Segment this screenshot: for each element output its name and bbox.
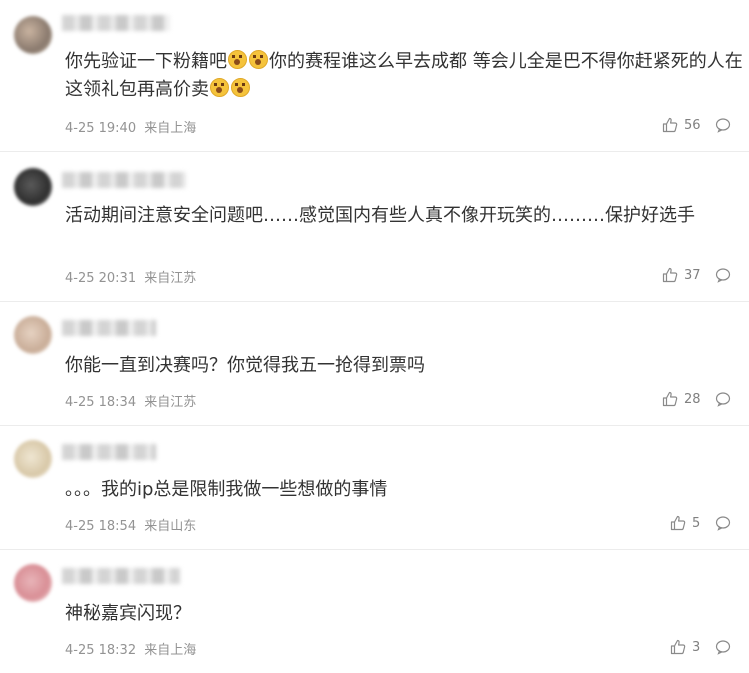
username[interactable] (62, 444, 156, 460)
comment-meta: 4-25 18:32 来自上海 (65, 639, 200, 658)
thumbs-up-icon (662, 267, 678, 283)
comment-text-part: 你先验证一下粉籍吧 (65, 51, 227, 72)
comment-item: 神秘嘉宾闪现？ 4-25 18:32 来自上海 3 (0, 550, 749, 673)
comment-text: 。。。我的ip总是限制我做一些想做的事情 (65, 479, 388, 500)
comment-text: 你能一直到决赛吗？你觉得我五一抢得到票吗 (65, 355, 425, 376)
reply-button[interactable] (715, 391, 731, 411)
comment-text: 神秘嘉宾闪现？ (65, 603, 191, 624)
username[interactable] (62, 568, 180, 584)
reply-button[interactable] (715, 117, 731, 137)
comment-location: 来自上海 (144, 643, 197, 658)
reply-button[interactable] (715, 267, 731, 287)
comment-location: 来自山东 (144, 519, 197, 534)
avatar[interactable] (14, 440, 52, 478)
like-button[interactable]: 28 (662, 391, 701, 407)
comment-bubble-icon (715, 640, 731, 655)
avatar[interactable] (14, 564, 52, 602)
thumbs-up-icon (670, 515, 686, 531)
username[interactable] (62, 15, 170, 31)
comment-time: 4-25 20:31 (65, 271, 137, 286)
like-count: 56 (684, 117, 701, 133)
comment-time: 4-25 19:40 (65, 121, 137, 136)
surprised-emoji-icon (210, 78, 229, 97)
thumbs-up-icon (662, 117, 678, 133)
avatar[interactable] (14, 16, 52, 54)
comment-bubble-icon (715, 118, 731, 133)
username[interactable] (62, 320, 156, 336)
reply-button[interactable] (715, 515, 731, 535)
comment-text: 你先验证一下粉籍吧 你的赛程谁这么早去成都 等会儿全是巴不得你赶紧死的人在这领礼包… (65, 48, 745, 104)
like-count: 28 (684, 391, 701, 407)
comment-text: 活动期间注意安全问题吧……感觉国内有些人真不像开玩笑的………保护好选手 (65, 205, 695, 226)
comment-item: 你能一直到决赛吗？你觉得我五一抢得到票吗 4-25 18:34 来自江苏 28 (0, 302, 749, 426)
like-button[interactable]: 5 (670, 515, 700, 531)
comment-meta: 4-25 20:31 来自江苏 (65, 267, 200, 286)
thumbs-up-icon (670, 639, 686, 655)
comment-item: 你先验证一下粉籍吧 你的赛程谁这么早去成都 等会儿全是巴不得你赶紧死的人在这领礼包… (0, 0, 749, 152)
comment-time: 4-25 18:32 (65, 643, 137, 658)
comment-time: 4-25 18:54 (65, 519, 137, 534)
comment-meta: 4-25 18:54 来自山东 (65, 515, 200, 534)
like-button[interactable]: 3 (670, 639, 700, 655)
comment-time: 4-25 18:34 (65, 395, 137, 410)
avatar[interactable] (14, 168, 52, 206)
comment-location: 来自上海 (144, 121, 197, 136)
surprised-emoji-icon (231, 78, 250, 97)
comment-item: 。。。我的ip总是限制我做一些想做的事情 4-25 18:54 来自山东 5 (0, 426, 749, 550)
thumbs-up-icon (662, 391, 678, 407)
comment-location: 来自江苏 (144, 271, 197, 286)
like-button[interactable]: 56 (662, 117, 701, 133)
comment-bubble-icon (715, 392, 731, 407)
username[interactable] (62, 172, 186, 188)
comment-bubble-icon (715, 516, 731, 531)
like-button[interactable]: 37 (662, 267, 701, 283)
surprised-emoji-icon (249, 50, 268, 69)
comment-meta: 4-25 19:40 来自上海 (65, 117, 200, 136)
comment-item: 活动期间注意安全问题吧……感觉国内有些人真不像开玩笑的………保护好选手 4-25… (0, 152, 749, 302)
avatar[interactable] (14, 316, 52, 354)
comment-meta: 4-25 18:34 来自江苏 (65, 391, 200, 410)
comment-location: 来自江苏 (144, 395, 197, 410)
like-count: 5 (692, 515, 701, 531)
comment-bubble-icon (715, 268, 731, 283)
like-count: 37 (684, 267, 701, 283)
reply-button[interactable] (715, 639, 731, 659)
like-count: 3 (692, 639, 701, 655)
surprised-emoji-icon (228, 50, 247, 69)
